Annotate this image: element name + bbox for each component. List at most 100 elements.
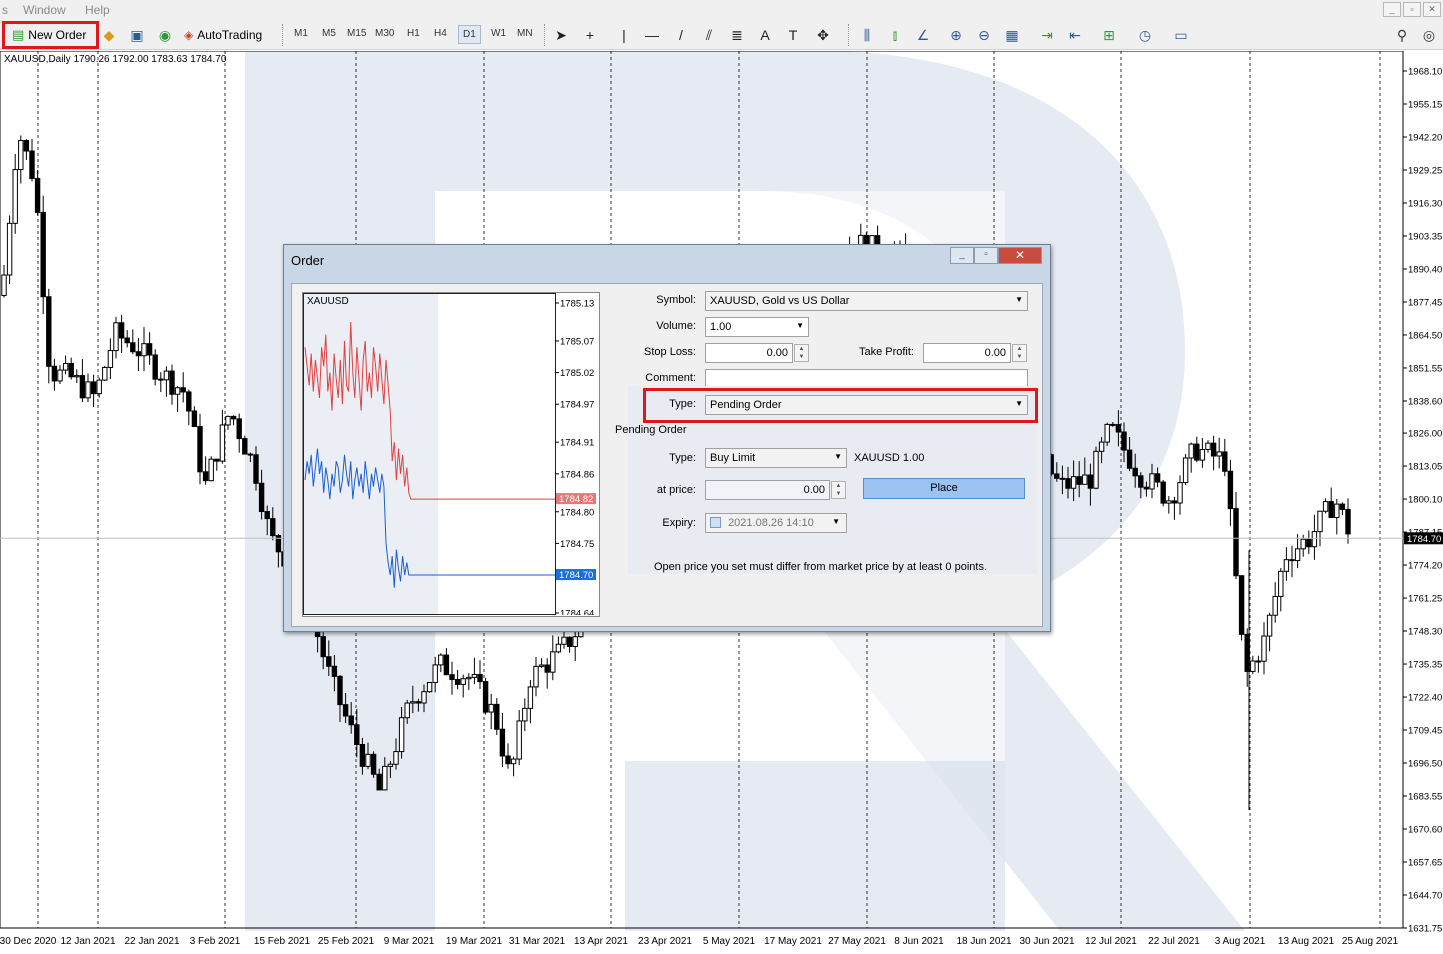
signals-icon[interactable]: ▣	[128, 26, 146, 44]
timeframe-m30[interactable]: M30	[375, 28, 394, 39]
candle-body	[1210, 442, 1217, 457]
candle-body	[46, 296, 52, 367]
candle-body	[538, 664, 545, 667]
stoploss-spinner[interactable]: ▲ ▼	[794, 344, 809, 362]
zoom-in-icon[interactable]: ⊕	[947, 26, 965, 44]
price-distance-note: Open price you set must differ from mark…	[654, 561, 987, 573]
candle-body	[376, 773, 382, 791]
expiry-checkbox[interactable]	[710, 517, 721, 528]
equidistant-channel-icon[interactable]: ⫽	[700, 26, 718, 44]
candle-body	[85, 381, 91, 399]
pending-type-dropdown[interactable]: Buy Limit ▼	[705, 448, 847, 468]
symbol-value: XAUUSD, Gold vs US Dollar	[710, 295, 850, 307]
line-chart-icon[interactable]: ∠	[914, 26, 932, 44]
date-tick-label: 25 Aug 2021	[1342, 936, 1399, 947]
price-tick-label: 1877.45	[1408, 297, 1442, 308]
cursor-icon[interactable]: ➤	[552, 26, 570, 44]
minimize-button[interactable]: _	[1383, 2, 1401, 17]
date-tick-label: 22 Jan 2021	[124, 936, 179, 947]
tile-windows-icon[interactable]: ▦	[1003, 26, 1021, 44]
candle-body	[516, 720, 522, 760]
chart-shift-icon[interactable]: ⇥	[1038, 26, 1056, 44]
candle-body	[421, 691, 427, 704]
takeprofit-spinner[interactable]: ▲ ▼	[1012, 344, 1027, 362]
close-button[interactable]: ✕	[1423, 2, 1441, 17]
timeframe-mn[interactable]: MN	[517, 28, 533, 39]
date-tick-label: 18 Jun 2021	[956, 936, 1011, 947]
dialog-maximize-button[interactable]: ▫	[974, 247, 998, 264]
menu-item-help[interactable]: Help	[85, 3, 110, 17]
symbol-dropdown[interactable]: XAUUSD, Gold vs US Dollar ▼	[705, 291, 1028, 311]
date-tick-label: 31 Mar 2021	[509, 936, 566, 947]
market-icon[interactable]: ◉	[156, 26, 174, 44]
zoom-out-icon[interactable]: ⊖	[975, 26, 993, 44]
restore-button[interactable]: ▫	[1403, 2, 1421, 17]
candle-body	[1182, 457, 1189, 484]
candle-body	[1222, 451, 1228, 472]
volume-combobox[interactable]: 1.00 ▼	[705, 317, 809, 337]
candle-body	[74, 375, 80, 378]
trendline-icon[interactable]: /	[672, 26, 690, 44]
candle-body	[370, 753, 377, 775]
text-icon[interactable]: A	[756, 26, 774, 44]
timeframe-m1[interactable]: M1	[294, 28, 308, 39]
menu-item-window[interactable]: Window	[23, 3, 66, 17]
timeframe-w1[interactable]: W1	[491, 28, 506, 39]
chevron-down-icon: ▼	[1015, 295, 1023, 304]
candle-body	[466, 676, 472, 680]
dialog-minimize-button[interactable]: _	[950, 247, 974, 264]
date-tick-label: 12 Jul 2021	[1085, 936, 1137, 947]
candle-body	[158, 378, 164, 381]
timeframe-d1[interactable]: D1	[458, 25, 481, 44]
autotrading-button[interactable]: ◈ AutoTrading	[184, 24, 262, 46]
timeframe-m5[interactable]: M5	[322, 28, 336, 39]
chat-icon[interactable]: ◎	[1420, 26, 1438, 44]
candle-body	[1272, 595, 1278, 616]
stoploss-field[interactable]: 0.00	[705, 343, 793, 363]
timeframe-h4[interactable]: H4	[434, 28, 447, 39]
candle-body	[454, 679, 461, 685]
highlight-new-order	[2, 21, 99, 49]
autoscroll-icon[interactable]: ⇤	[1066, 26, 1084, 44]
candle-body	[186, 391, 192, 412]
timeframe-m15[interactable]: M15	[347, 28, 366, 39]
periods-icon[interactable]: ◷	[1136, 26, 1154, 44]
price-tick-label: 1709.45	[1408, 726, 1442, 737]
timeframe-h1[interactable]: H1	[407, 28, 420, 39]
place-button[interactable]: Place	[863, 478, 1025, 499]
crosshair-icon[interactable]: +	[581, 26, 599, 44]
arrows-icon[interactable]: ✥	[814, 26, 832, 44]
price-tick-label: 1916.30	[1408, 198, 1442, 209]
expiry-field[interactable]: 2021.08.26 14:10 ▼	[705, 513, 847, 533]
candle-body	[169, 370, 175, 395]
candle-body	[1328, 501, 1334, 518]
horizontal-line-icon[interactable]: —	[643, 26, 661, 44]
candle-body	[1104, 423, 1110, 443]
candle-body	[488, 703, 494, 713]
price-tick-label: 1722.40	[1408, 693, 1442, 704]
vertical-line-icon[interactable]: |	[615, 26, 633, 44]
dialog-close-button[interactable]: ✕	[998, 247, 1042, 264]
text-label-icon[interactable]: T	[784, 26, 802, 44]
date-tick-label: 13 Apr 2021	[574, 936, 628, 947]
indicators-icon[interactable]: ⊞	[1100, 26, 1118, 44]
price-tick-label: 1774.20	[1408, 561, 1442, 572]
candle-body	[522, 707, 528, 722]
mini-price-label: 1785.13	[560, 299, 594, 310]
fibonacci-icon[interactable]: ≣	[728, 26, 746, 44]
at-price-spinner[interactable]: ▲ ▼	[831, 481, 846, 499]
candlestick-icon[interactable]: ⫾	[886, 26, 904, 44]
templates-icon[interactable]: ▭	[1172, 26, 1190, 44]
at-price-field[interactable]: 0.00	[705, 480, 830, 500]
takeprofit-field[interactable]: 0.00	[923, 343, 1011, 363]
search-icon[interactable]: ⚲	[1393, 26, 1411, 44]
bar-chart-icon[interactable]: ⫼	[858, 26, 876, 44]
candle-body	[398, 717, 405, 753]
tick-chart-symbol: XAUUSD	[307, 296, 349, 307]
candle-body	[236, 418, 242, 440]
candle-body	[426, 681, 433, 693]
candle-body	[130, 342, 136, 353]
menu-item-tools[interactable]: s	[2, 3, 8, 17]
candle-body	[1266, 614, 1273, 637]
metaeditor-icon[interactable]: ◆	[100, 26, 118, 44]
